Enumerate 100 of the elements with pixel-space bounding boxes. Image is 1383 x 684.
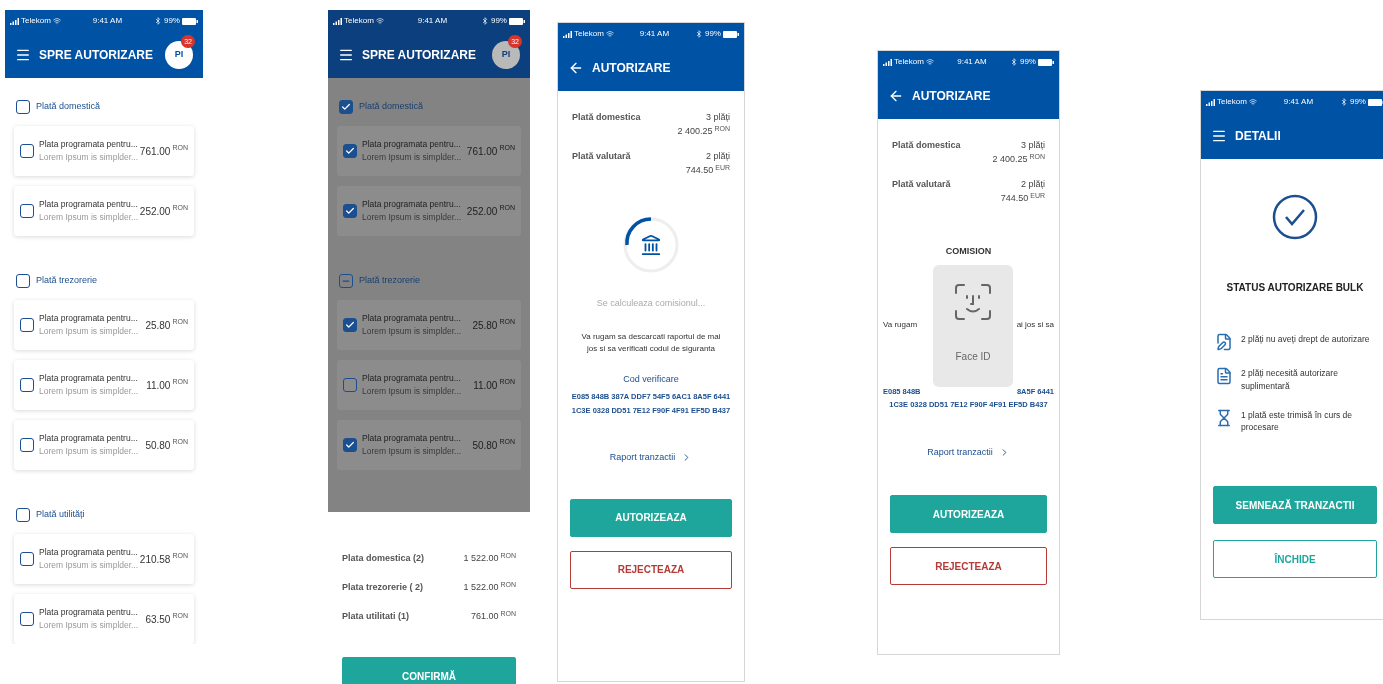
status-title: STATUS AUTORIZARE BULK xyxy=(1225,281,1365,295)
payment-title: Plata programata pentru... xyxy=(39,198,135,211)
checkbox[interactable] xyxy=(16,274,30,288)
amount-value: 761.00 xyxy=(470,609,499,623)
face-id-label: Face ID xyxy=(955,349,991,364)
checkbox[interactable] xyxy=(20,552,34,566)
action-button[interactable]: SEMNEAZĂ TRANZACTII xyxy=(1213,486,1377,524)
status-text: 2 plăți necesită autorizare suplimentară xyxy=(1241,367,1339,393)
payment-type-label: Plată domestica xyxy=(892,139,961,152)
action-button[interactable]: AUTORIZEAZA xyxy=(570,498,732,537)
wifi-icon xyxy=(1248,98,1257,106)
amount-value: 11.00 xyxy=(146,378,171,393)
instruction-text: Va rugam sa descarcati raportul de mai jos si sa verificati codul de siguranta xyxy=(580,330,722,355)
payment-subtitle: Lorem Ipsum is simplder... xyxy=(39,385,140,398)
battery-percent: 99% xyxy=(1019,56,1036,68)
amount-value: 744.50 xyxy=(1000,191,1029,205)
screen-title: AUTORIZARE xyxy=(912,88,992,105)
clock-time: 9:41 AM xyxy=(92,15,123,27)
group-label: Plată trezorerie xyxy=(36,274,98,288)
hourglass-icon xyxy=(1215,408,1233,427)
amount-value: 761.00 xyxy=(466,144,498,159)
battery-percent: 99% xyxy=(490,15,507,27)
payment-title: Plata programata pentru... xyxy=(39,432,139,445)
checkbox[interactable] xyxy=(20,378,34,392)
payment-title: Plata programata pentru... xyxy=(39,546,135,559)
carrier-name: Telekom xyxy=(1217,96,1247,108)
amount-value: 50.80 xyxy=(472,438,498,453)
summary-label: Plata trezorerie ( 2) xyxy=(342,580,424,594)
menu-icon[interactable] xyxy=(15,47,31,63)
menu-icon[interactable] xyxy=(338,47,354,63)
action-button[interactable]: AUTORIZEAZA xyxy=(890,495,1047,533)
group-label: Plată trezorerie xyxy=(359,274,421,288)
payment-type-label: Plată domestica xyxy=(572,111,641,124)
amount-value: 25.80 xyxy=(472,318,498,333)
battery-percent: 99% xyxy=(163,15,180,27)
payment-subtitle: Lorem Ipsum is simplder... xyxy=(362,445,463,458)
status-text: 1 plată este trimisă în curs de procesare xyxy=(1241,408,1354,434)
amount-value: 2 400.25 xyxy=(992,152,1028,166)
checkbox[interactable] xyxy=(20,204,34,218)
bluetooth-icon xyxy=(1009,58,1018,66)
signal-icon xyxy=(10,17,19,25)
report-link[interactable]: Raport tranzactii xyxy=(927,445,1010,459)
checkbox[interactable] xyxy=(20,144,34,158)
payment-count: 2 plăți xyxy=(1020,178,1045,191)
signal-icon xyxy=(333,17,342,25)
battery-icon xyxy=(1368,98,1383,106)
action-button[interactable]: CONFIRMĂ xyxy=(342,657,516,684)
action-button[interactable]: REJECTEAZA xyxy=(890,547,1047,585)
payment-title: Plata programata pentru... xyxy=(39,138,135,151)
checkbox[interactable] xyxy=(343,318,357,332)
report-link[interactable]: Raport tranzactii xyxy=(609,451,693,465)
checkbox[interactable] xyxy=(343,438,357,452)
checkbox[interactable] xyxy=(20,438,34,452)
carrier-name: Telekom xyxy=(894,56,924,68)
action-button[interactable]: ÎNCHIDE xyxy=(1213,540,1377,578)
battery-percent: 99% xyxy=(704,28,721,40)
amount-value: 2 400.25 xyxy=(677,124,713,138)
wifi-icon xyxy=(375,17,384,25)
payment-subtitle: Lorem Ipsum is simplder... xyxy=(362,385,463,398)
screen-title: AUTORIZARE xyxy=(592,60,672,77)
amount-value: 25.80 xyxy=(145,318,171,333)
battery-icon xyxy=(509,17,525,25)
amount-value: 210.58 xyxy=(139,552,171,567)
payment-subtitle: Lorem Ipsum is simplder... xyxy=(39,445,140,458)
checkbox[interactable] xyxy=(20,318,34,332)
battery-icon xyxy=(182,17,198,25)
bluetooth-icon xyxy=(1339,98,1348,106)
amount-value: 50.80 xyxy=(145,438,171,453)
screen-title: DETALII xyxy=(1235,128,1282,145)
progress-ring-icon xyxy=(621,215,681,275)
checkbox[interactable] xyxy=(339,100,353,114)
amount-value: 252.00 xyxy=(139,204,171,219)
payment-subtitle: Lorem Ipsum is simplder... xyxy=(39,619,140,632)
summary-label: Plata domestica (2) xyxy=(342,551,425,565)
payment-title: Plata programata pentru... xyxy=(362,372,462,385)
checkbox[interactable] xyxy=(343,204,357,218)
amount-value: 1 522.00 xyxy=(463,551,499,565)
battery-icon xyxy=(1038,58,1054,66)
clock-time: 9:41 AM xyxy=(417,15,448,27)
payment-count: 3 plăți xyxy=(1020,139,1045,152)
amount-value: 761.00 xyxy=(139,144,171,159)
status-text: 2 plăți nu aveți drept de autorizare xyxy=(1241,333,1370,346)
document-pen-icon xyxy=(1215,333,1233,351)
payment-title: Plata programata pentru... xyxy=(362,138,462,151)
group-label: Plată utilități xyxy=(36,508,85,522)
menu-icon[interactable] xyxy=(1211,128,1227,144)
amount-value: 744.50 xyxy=(685,163,714,177)
checkbox[interactable] xyxy=(343,144,357,158)
carrier-name: Telekom xyxy=(574,28,604,40)
wifi-icon xyxy=(52,17,61,25)
checkbox[interactable] xyxy=(16,100,30,114)
check-icon xyxy=(345,146,355,156)
checkbox[interactable] xyxy=(343,378,357,392)
payment-subtitle: Lorem Ipsum is simplder... xyxy=(39,325,140,338)
action-button[interactable]: REJECTEAZA xyxy=(570,550,732,589)
payment-type-label: Plată valutară xyxy=(892,178,951,191)
signal-icon xyxy=(1206,98,1215,106)
checkbox[interactable] xyxy=(16,508,30,522)
check-icon xyxy=(345,320,355,330)
checkbox[interactable] xyxy=(20,612,34,626)
